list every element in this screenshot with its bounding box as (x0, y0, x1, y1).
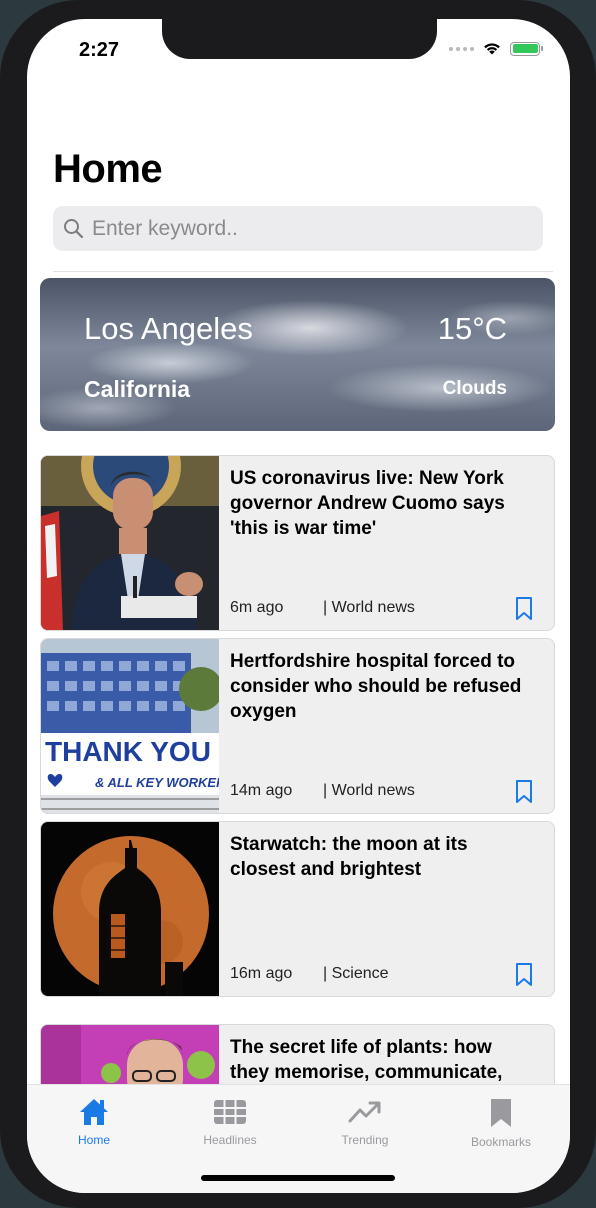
article-time: 14m ago (230, 782, 293, 799)
header-divider (53, 271, 553, 272)
status-icons (449, 41, 543, 56)
house-icon (80, 1099, 108, 1125)
search-bar[interactable] (53, 206, 543, 251)
article-category: | World news (323, 599, 415, 616)
trend-arrow-icon (348, 1101, 381, 1123)
grid-icon (214, 1100, 246, 1124)
tab-bookmarks[interactable]: Bookmarks (441, 1097, 561, 1149)
news-card[interactable]: The secret life of plants: how they memo… (40, 1024, 555, 1085)
article-headline[interactable]: Starwatch: the moon at its closest and b… (230, 832, 530, 882)
search-icon (64, 219, 84, 239)
bookmark-icon[interactable] (514, 596, 534, 622)
wifi-icon (484, 43, 500, 55)
home-indicator (201, 1175, 395, 1181)
weather-city: Los Angeles (84, 311, 253, 346)
article-thumbnail (41, 1025, 219, 1085)
tab-headlines[interactable]: Headlines (170, 1097, 290, 1147)
bookmark-icon[interactable] (514, 779, 534, 805)
device-notch (162, 19, 437, 59)
news-card[interactable]: US coronavirus live: New York governor A… (40, 455, 555, 631)
article-category: | Science (323, 965, 389, 982)
app-screen: 2:27 Home Los An (27, 19, 570, 1193)
bookmark-icon (491, 1099, 511, 1127)
news-card[interactable]: THANK YOU & ALL KEY WORKER Hertfordshire… (40, 638, 555, 814)
article-headline[interactable]: US coronavirus live: New York governor A… (230, 466, 530, 541)
tab-label: Headlines (203, 1133, 257, 1147)
device-frame: 2:27 Home Los An (0, 0, 596, 1208)
news-feed[interactable]: US coronavirus live: New York governor A… (40, 455, 555, 1085)
bookmark-icon[interactable] (514, 962, 534, 988)
status-time: 2:27 (79, 39, 120, 61)
article-time: 16m ago (230, 965, 293, 982)
tab-label: Trending (341, 1133, 389, 1147)
weather-state: California (84, 376, 191, 402)
tab-label: Home (77, 1133, 110, 1147)
article-thumbnail (41, 456, 219, 630)
article-thumbnail (41, 822, 219, 996)
page-title: Home (53, 147, 163, 191)
banner-subtext: & ALL KEY WORKER (95, 775, 219, 790)
banner-text: THANK YOU (45, 736, 211, 767)
tab-label: Bookmarks (470, 1135, 532, 1149)
weather-temperature: 15°C (437, 311, 507, 346)
article-headline[interactable]: Hertfordshire hospital forced to conside… (230, 649, 530, 724)
article-time: 6m ago (230, 599, 284, 616)
article-category: | World news (323, 782, 415, 799)
weather-condition: Clouds (442, 378, 507, 399)
cellular-signal-icon (449, 46, 474, 51)
tab-home[interactable]: Home (34, 1097, 154, 1147)
weather-card[interactable]: Los Angeles California 15°C Clouds (40, 278, 555, 431)
news-card[interactable]: Starwatch: the moon at its closest and b… (40, 821, 555, 997)
battery-charging-icon (510, 41, 543, 56)
article-thumbnail: THANK YOU & ALL KEY WORKER (41, 639, 219, 813)
article-headline[interactable]: The secret life of plants: how they memo… (230, 1035, 530, 1085)
tab-trending[interactable]: Trending (305, 1097, 425, 1147)
search-input[interactable] (92, 208, 532, 249)
